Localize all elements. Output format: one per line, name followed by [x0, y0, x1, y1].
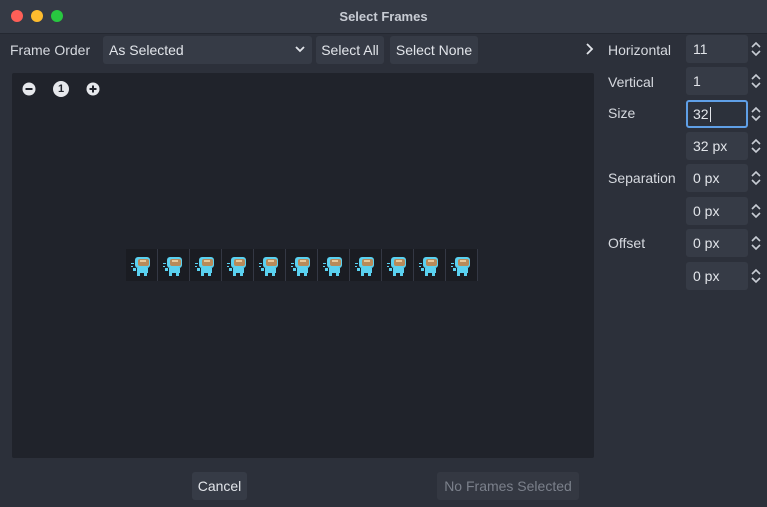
offset-label: Offset [608, 235, 646, 251]
chevron-down-icon [295, 46, 305, 53]
sprite-frame[interactable] [222, 249, 254, 281]
separation-x-spin-arrows-icon[interactable] [751, 170, 761, 186]
offset-y-value: 0 px [693, 268, 720, 284]
astronaut-sprite-icon [195, 257, 214, 276]
sprite-frame[interactable] [158, 249, 190, 281]
horizontal-label: Horizontal [608, 42, 672, 58]
vertical-label: Vertical [608, 74, 654, 90]
size-x-spinbox[interactable]: 32 [686, 100, 748, 128]
sprite-frame[interactable] [286, 249, 318, 281]
sprite-frame[interactable] [126, 249, 158, 281]
separation-y-spin-arrows-icon[interactable] [751, 203, 761, 219]
sprite-frame[interactable] [190, 249, 222, 281]
separation-label: Separation [608, 170, 676, 186]
astronaut-sprite-icon [259, 257, 278, 276]
horizontal-spinbox[interactable]: 11 [686, 35, 748, 63]
size-x-spin-arrows-icon[interactable] [751, 106, 761, 122]
astronaut-sprite-icon [163, 257, 182, 276]
zoom-in-icon[interactable] [85, 81, 101, 97]
window-title: Select Frames [339, 9, 428, 24]
confirm-button[interactable]: No Frames Selected [437, 472, 579, 500]
chevron-right-icon[interactable] [583, 41, 595, 57]
offset-y-spin-arrows-icon[interactable] [751, 268, 761, 284]
sprite-frame[interactable] [382, 249, 414, 281]
separation-x-value: 0 px [693, 170, 720, 186]
size-y-spin-arrows-icon[interactable] [751, 138, 761, 154]
title-bar: Select Frames [0, 0, 767, 34]
offset-y-spinbox[interactable]: 0 px [686, 262, 748, 290]
sprite-frames-strip [126, 249, 478, 281]
astronaut-sprite-icon [387, 257, 406, 276]
select-none-button[interactable]: Select None [390, 36, 478, 64]
separation-y-value: 0 px [693, 203, 720, 219]
vertical-spin-arrows-icon[interactable] [751, 73, 761, 89]
size-label: Size [608, 105, 636, 121]
sprite-frame[interactable] [318, 249, 350, 281]
sprite-frame[interactable] [414, 249, 446, 281]
astronaut-sprite-icon [227, 257, 246, 276]
horizontal-value: 11 [693, 41, 708, 57]
frame-order-value: As Selected [109, 42, 184, 58]
offset-x-spinbox[interactable]: 0 px [686, 229, 748, 257]
astronaut-sprite-icon [131, 257, 150, 276]
separation-y-spinbox[interactable]: 0 px [686, 197, 748, 225]
frame-preview-panel[interactable]: 1 [12, 73, 594, 458]
select-all-button[interactable]: Select All [316, 36, 384, 64]
astronaut-sprite-icon [451, 257, 470, 276]
horizontal-spin-arrows-icon[interactable] [751, 41, 761, 57]
astronaut-sprite-icon [355, 257, 374, 276]
size-x-value: 32 [693, 106, 709, 122]
zoom-out-icon[interactable] [21, 81, 37, 97]
sprite-frame[interactable] [446, 249, 478, 281]
size-y-spinbox[interactable]: 32 px [686, 132, 748, 160]
separation-x-spinbox[interactable]: 0 px [686, 164, 748, 192]
sprite-frame[interactable] [254, 249, 286, 281]
astronaut-sprite-icon [291, 257, 310, 276]
offset-x-spin-arrows-icon[interactable] [751, 235, 761, 251]
frame-order-select[interactable]: As Selected [103, 36, 312, 64]
vertical-spinbox[interactable]: 1 [686, 67, 748, 95]
sprite-frame[interactable] [350, 249, 382, 281]
cancel-button[interactable]: Cancel [192, 472, 247, 500]
offset-x-value: 0 px [693, 235, 720, 251]
astronaut-sprite-icon [323, 257, 342, 276]
vertical-value: 1 [693, 73, 701, 89]
size-y-value: 32 px [693, 138, 728, 154]
zoom-reset-button[interactable]: 1 [53, 81, 69, 97]
astronaut-sprite-icon [419, 257, 438, 276]
text-cursor [710, 107, 711, 122]
frame-order-label: Frame Order [10, 42, 91, 58]
